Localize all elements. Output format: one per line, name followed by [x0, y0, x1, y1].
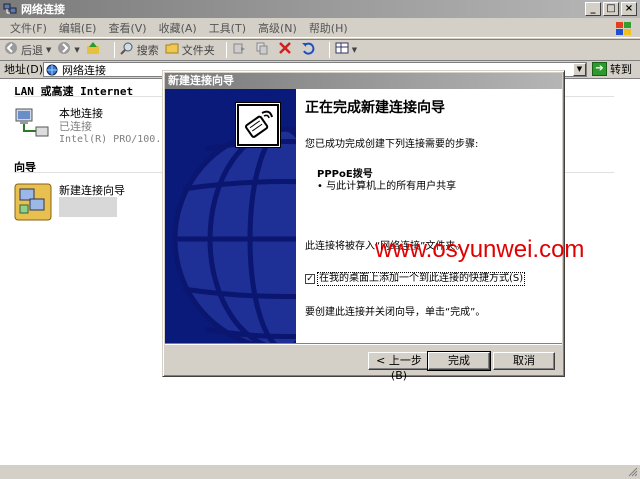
- minimize-button[interactable]: _: [585, 2, 601, 16]
- wizard-text-panel: 正在完成新建连接向导 您已成功完成创建下列连接需要的步骤: PPPoE拨号 • …: [301, 89, 561, 343]
- wizard-globe-art: [165, 89, 296, 343]
- up-button[interactable]: [86, 41, 103, 58]
- standard-toolbar: 后退 ▼ ▼ 搜索 文件夹 ▼: [0, 39, 640, 59]
- title-bar[interactable]: 网络连接 _ □ ×: [0, 0, 640, 18]
- shortcut-checkbox-label[interactable]: 在我的桌面上添加一个到此连接的快捷方式(S): [316, 272, 526, 286]
- shortcut-checkbox[interactable]: ✓: [305, 274, 315, 284]
- wizard-title-bar[interactable]: 新建连接向导: [165, 73, 562, 89]
- wizard-item-text: 新建连接向导: [59, 183, 126, 224]
- network-connections-icon: [46, 64, 59, 76]
- menu-edit[interactable]: 编辑(E): [53, 20, 103, 36]
- forward-dropdown-icon[interactable]: ▼: [74, 46, 79, 54]
- folders-label: 文件夹: [181, 43, 215, 57]
- menu-advanced[interactable]: 高级(N): [252, 20, 303, 36]
- lan-connection-icon: [14, 107, 50, 146]
- local-connection-status: 已连接: [59, 120, 92, 133]
- menu-tools[interactable]: 工具(T): [203, 20, 252, 36]
- wizard-item-selection: [59, 197, 117, 217]
- watermark-text: www.osyunwei.com: [375, 236, 585, 263]
- menu-bar: 文件(F) 编辑(E) 查看(V) 收藏(A) 工具(T) 高级(N) 帮助(H…: [0, 19, 640, 38]
- wizard-item-icon: [14, 183, 52, 224]
- address-dropdown-icon[interactable]: ▼: [573, 63, 586, 76]
- menu-file[interactable]: 文件(F): [4, 20, 53, 36]
- forward-button[interactable]: ▼: [57, 41, 80, 58]
- wizard-heading: 正在完成新建连接向导: [305, 100, 445, 116]
- folder-icon: [165, 41, 179, 58]
- back-arrow-icon: [4, 41, 18, 58]
- new-connection-wizard-item[interactable]: 新建连接向导: [14, 183, 126, 224]
- wizard-intro: 您已成功完成创建下列连接需要的步骤:: [305, 139, 479, 150]
- wizard-finish-note: 要创建此连接并关闭向导，单击“完成”。: [305, 307, 486, 318]
- views-dropdown-icon: ▼: [351, 45, 358, 54]
- views-grid-icon: [335, 41, 349, 58]
- window-title: 网络连接: [21, 3, 65, 16]
- undo-icon: [301, 41, 315, 58]
- local-connection-name: 本地连接: [59, 107, 103, 120]
- status-bar: [0, 464, 640, 479]
- views-button[interactable]: ▼: [335, 41, 357, 58]
- go-button[interactable]: ➔ 转到: [592, 61, 632, 77]
- menu-favorites[interactable]: 收藏(A): [153, 20, 203, 36]
- up-folder-icon: [86, 41, 100, 58]
- toolbar-separator: [113, 41, 115, 58]
- undo-button[interactable]: [301, 41, 318, 58]
- local-connection-text: 本地连接 已连接 Intel(R) PRO/100...: [59, 107, 173, 146]
- copy-to-icon: [255, 41, 269, 58]
- close-button[interactable]: ×: [621, 2, 637, 16]
- phone-line-icon: [235, 102, 281, 148]
- local-connection-device: Intel(R) PRO/100...: [59, 134, 174, 145]
- resize-grip-icon[interactable]: [628, 467, 638, 477]
- caption-buttons: _ □ ×: [583, 2, 637, 16]
- menu-help[interactable]: 帮助(H): [303, 20, 354, 36]
- search-label: 搜索: [136, 43, 159, 57]
- wizard-body: 正在完成新建连接向导 您已成功完成创建下列连接需要的步骤: PPPoE拨号 • …: [165, 89, 562, 343]
- menu-view[interactable]: 查看(V): [102, 20, 152, 36]
- move-to-icon: [232, 41, 246, 58]
- cancel-button[interactable]: 取消: [493, 352, 555, 370]
- toolbar-separator: [225, 41, 227, 58]
- search-icon: [120, 41, 134, 58]
- toolbar-separator: [328, 41, 330, 58]
- back-button[interactable]: 后退 ▼: [4, 41, 51, 58]
- forward-arrow-icon: [57, 41, 71, 58]
- folders-button[interactable]: 文件夹: [165, 41, 215, 58]
- finish-button[interactable]: 完成: [427, 351, 491, 371]
- wizard-connection-name: PPPoE拨号: [317, 169, 373, 180]
- local-connection-item[interactable]: 本地连接 已连接 Intel(R) PRO/100...: [14, 107, 173, 146]
- back-step-button[interactable]: < 上一步(B): [368, 352, 430, 382]
- copy-to-button[interactable]: [255, 41, 272, 58]
- back-dropdown-icon[interactable]: ▼: [46, 46, 51, 54]
- move-to-button[interactable]: [232, 41, 249, 58]
- back-label: 后退: [21, 43, 43, 57]
- windows-logo-icon: [614, 20, 634, 37]
- wizard-share-bullet: • 与此计算机上的所有用户共享: [317, 181, 457, 192]
- address-label: 地址(D): [4, 63, 44, 76]
- search-button[interactable]: 搜索: [120, 41, 159, 58]
- new-connection-wizard-dialog: 新建连接向导 正在完成新建连接向导 您已成功完成创建下列连接需要的步骤: PPP…: [162, 70, 565, 382]
- go-arrow-icon: ➔: [592, 62, 607, 76]
- delete-button[interactable]: [278, 41, 295, 58]
- network-connections-icon: [3, 3, 17, 15]
- maximize-button[interactable]: □: [603, 2, 619, 16]
- go-label: 转到: [610, 63, 632, 76]
- wizard-button-row: < 上一步(B) 完成 取消: [165, 343, 562, 382]
- delete-x-icon: [278, 41, 292, 58]
- address-value: 网络连接: [62, 63, 106, 77]
